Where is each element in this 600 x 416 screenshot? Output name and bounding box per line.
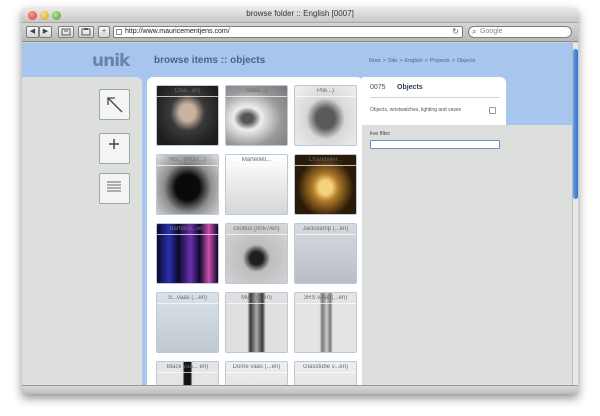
folder-title: Objects (397, 84, 423, 91)
grid-item-label: 3RS vase (...en) (303, 295, 348, 301)
vertical-scrollbar[interactable] (572, 43, 578, 385)
address-text: http://www.mauricementjens.com/ (125, 28, 230, 35)
breadcrumb-english[interactable]: English (405, 58, 423, 64)
grid-item-label: Dome vaas (...en) (232, 364, 281, 370)
breadcrumb-root[interactable]: Root (369, 58, 381, 64)
filter-panel: live filter (362, 125, 572, 385)
scrollbar-thumb[interactable] (573, 49, 578, 199)
search-field[interactable]: ⌕ Google (468, 26, 572, 38)
grid-item-label: S...vaas (...en) (167, 295, 207, 301)
grid-item[interactable]: Dome vaas (...en) (225, 361, 288, 385)
back-button[interactable]: ◀ (26, 26, 39, 38)
grid-item[interactable]: Mu... (...en) (225, 292, 288, 353)
grid-item-label: Globus (0057/en) (233, 226, 280, 232)
plus-icon (109, 139, 119, 149)
forward-button[interactable]: ▶ (39, 26, 52, 38)
go-up-button[interactable] (99, 89, 130, 120)
items-grid: Chai...en) Satur...) Pile...) Ho... (003… (147, 77, 363, 385)
grid-item-label: Glasstube v...en) (303, 364, 348, 370)
grid-item[interactable]: Black vaa... en) (156, 361, 219, 385)
grid-item[interactable]: 3RS vase (...en) (294, 292, 357, 353)
list-view-button[interactable] (99, 173, 130, 204)
divider (370, 97, 500, 98)
add-bookmark-button[interactable]: + (98, 26, 110, 38)
window-title: browse folder :: English [0007] (246, 9, 354, 18)
status-bar (22, 385, 578, 394)
favicon-icon (116, 29, 122, 35)
grid-item[interactable]: Bamboo...en) (156, 223, 219, 284)
grid-item[interactable]: Glasstube v...en) (294, 361, 357, 385)
search-placeholder: Google (480, 28, 503, 35)
grid-item[interactable]: Jackslamp (...en) (294, 223, 357, 284)
list-icon (107, 181, 121, 192)
grid-item-label: Chai...en) (174, 88, 201, 94)
grid-item-label: Satur...) (245, 88, 267, 94)
tools-panel (22, 77, 142, 385)
grid-item[interactable]: Ho... (0037...) (156, 154, 219, 215)
reload-icon[interactable]: ↻ (452, 27, 459, 37)
grid-item-label: Ho... (0037...) (169, 157, 206, 163)
snapback-icon (61, 28, 71, 36)
grid-item[interactable]: Pile...) (294, 85, 357, 146)
grid-item-label: Jackslamp (...en) (302, 226, 349, 232)
grid-item-label: Bamboo...en) (169, 226, 206, 232)
breadcrumb-projects[interactable]: Projects (430, 58, 450, 64)
address-bar[interactable]: http://www.mauricementjens.com/ ↻ (113, 26, 463, 38)
snapback-button[interactable] (58, 26, 74, 38)
add-item-button[interactable] (99, 133, 130, 164)
live-filter-label: live filter (370, 131, 391, 137)
live-filter-input[interactable] (370, 140, 500, 149)
bookmarks-button[interactable] (78, 26, 94, 38)
grid-item-label: Pile...) (316, 88, 334, 94)
folder-info-panel: 0075 Objects Objects, wristwatches, ligh… (362, 77, 506, 125)
breadcrumb-site[interactable]: Site (388, 58, 397, 64)
folder-id: 0075 (370, 84, 386, 91)
page-viewport: unik browse items :: objects Root > Site > E… (22, 43, 572, 385)
site-logo[interactable]: unik (92, 51, 130, 71)
grid-item[interactable]: Martelleti... (225, 154, 288, 215)
grid-item[interactable]: Satur...) (225, 85, 288, 146)
grid-item[interactable]: Chandelier... (294, 154, 357, 215)
arrow-up-left-icon (107, 97, 123, 113)
folder-checkbox[interactable] (489, 107, 496, 114)
title-bar: browse folder :: English [0007] (22, 8, 578, 23)
bookmark-icon (81, 28, 91, 36)
grid-item[interactable]: Globus (0057/en) (225, 223, 288, 284)
browser-toolbar: ◀ ▶ + http://www.mauricementjens.com/ ↻ … (22, 23, 578, 42)
grid-item-label: Chandelier... (308, 157, 343, 163)
folder-description: Objects, wristwatches, lighting and vase… (370, 107, 462, 113)
breadcrumb: Root > Site > English > Projects > Objects (369, 58, 476, 64)
grid-item-label: Black vaa... en) (166, 364, 209, 370)
browser-window: browse folder :: English [0007] ◀ ▶ + ht… (22, 8, 578, 394)
grid-item[interactable]: Chai...en) (156, 85, 219, 146)
search-icon: ⌕ (472, 27, 477, 36)
grid-item[interactable]: S...vaas (...en) (156, 292, 219, 353)
grid-item-label: Mu... (...en) (241, 295, 272, 301)
grid-item-label: Martelleti... (241, 157, 272, 163)
breadcrumb-objects[interactable]: Objects (457, 58, 476, 64)
page-title: browse items :: objects (154, 55, 266, 66)
